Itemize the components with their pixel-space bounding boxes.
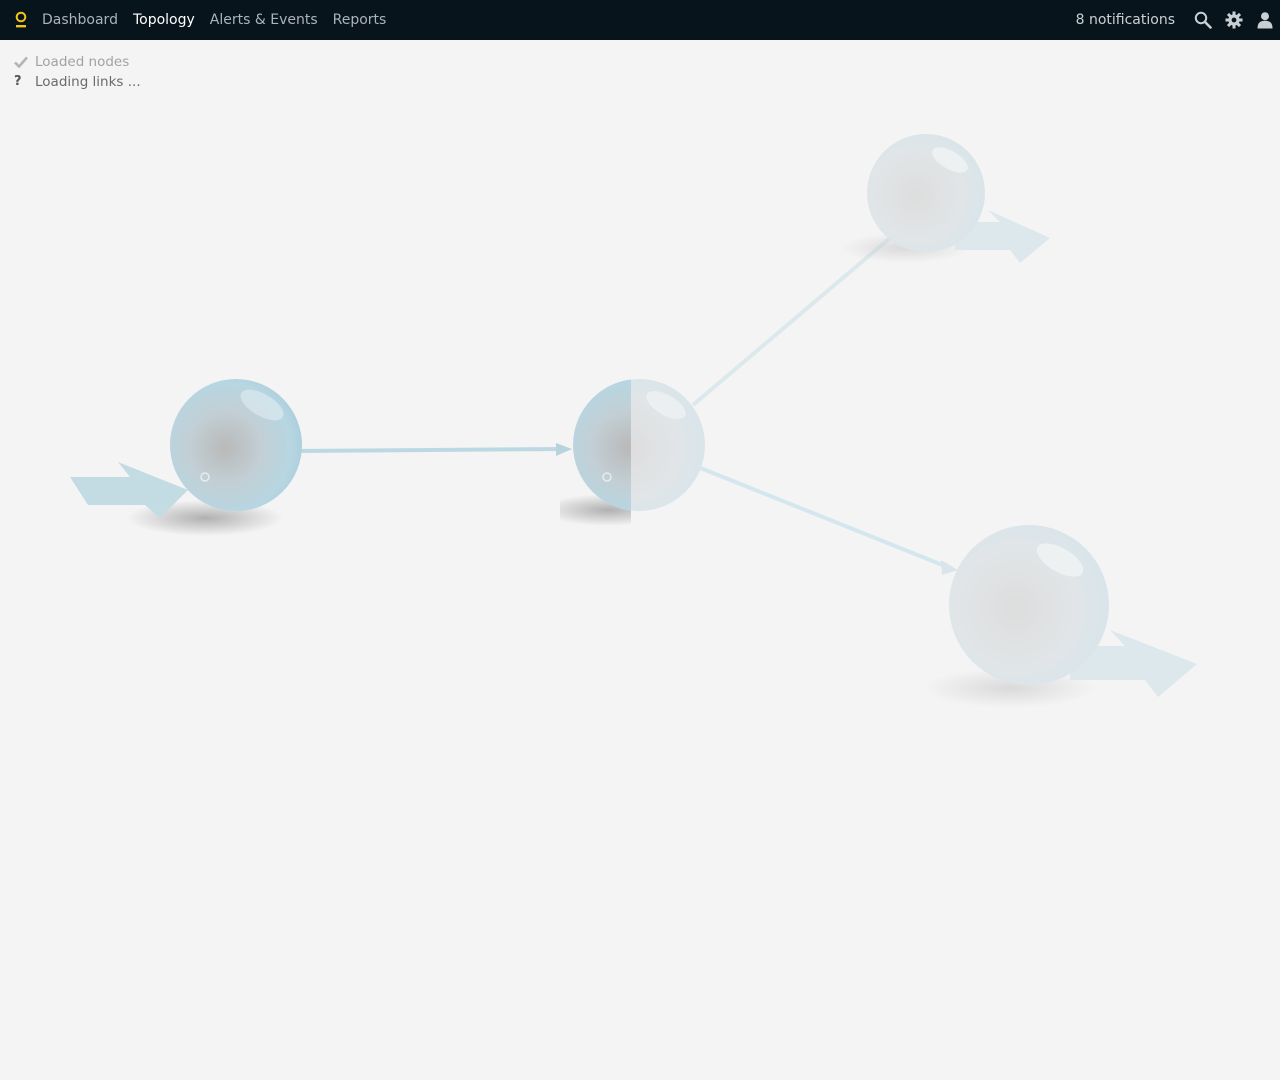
user-icon[interactable] xyxy=(1249,0,1280,40)
topology-node-1[interactable] xyxy=(70,379,302,536)
nav-dashboard[interactable]: Dashboard xyxy=(42,12,126,28)
link-node2-node4[interactable] xyxy=(697,465,958,575)
topology-canvas[interactable] xyxy=(0,40,1280,1080)
logo-icon[interactable] xyxy=(0,0,42,40)
link-node2-node3[interactable] xyxy=(691,236,892,407)
link-node1-node2[interactable] xyxy=(291,443,572,456)
search-icon[interactable] xyxy=(1187,0,1218,40)
topology-node-4[interactable] xyxy=(924,525,1197,708)
topology-node-2[interactable] xyxy=(540,379,705,526)
nav-alerts-events[interactable]: Alerts & Events xyxy=(210,12,326,28)
topology-node-3[interactable] xyxy=(839,134,1050,263)
nav-topology[interactable]: Topology xyxy=(133,12,203,28)
top-navigation-bar: Dashboard Topology Alerts & Events Repor… xyxy=(0,0,1280,40)
nav-reports[interactable]: Reports xyxy=(333,12,395,28)
main-nav: Dashboard Topology Alerts & Events Repor… xyxy=(42,0,401,40)
notifications-link[interactable]: 8 notifications xyxy=(1076,12,1175,28)
gear-icon[interactable] xyxy=(1218,0,1249,40)
